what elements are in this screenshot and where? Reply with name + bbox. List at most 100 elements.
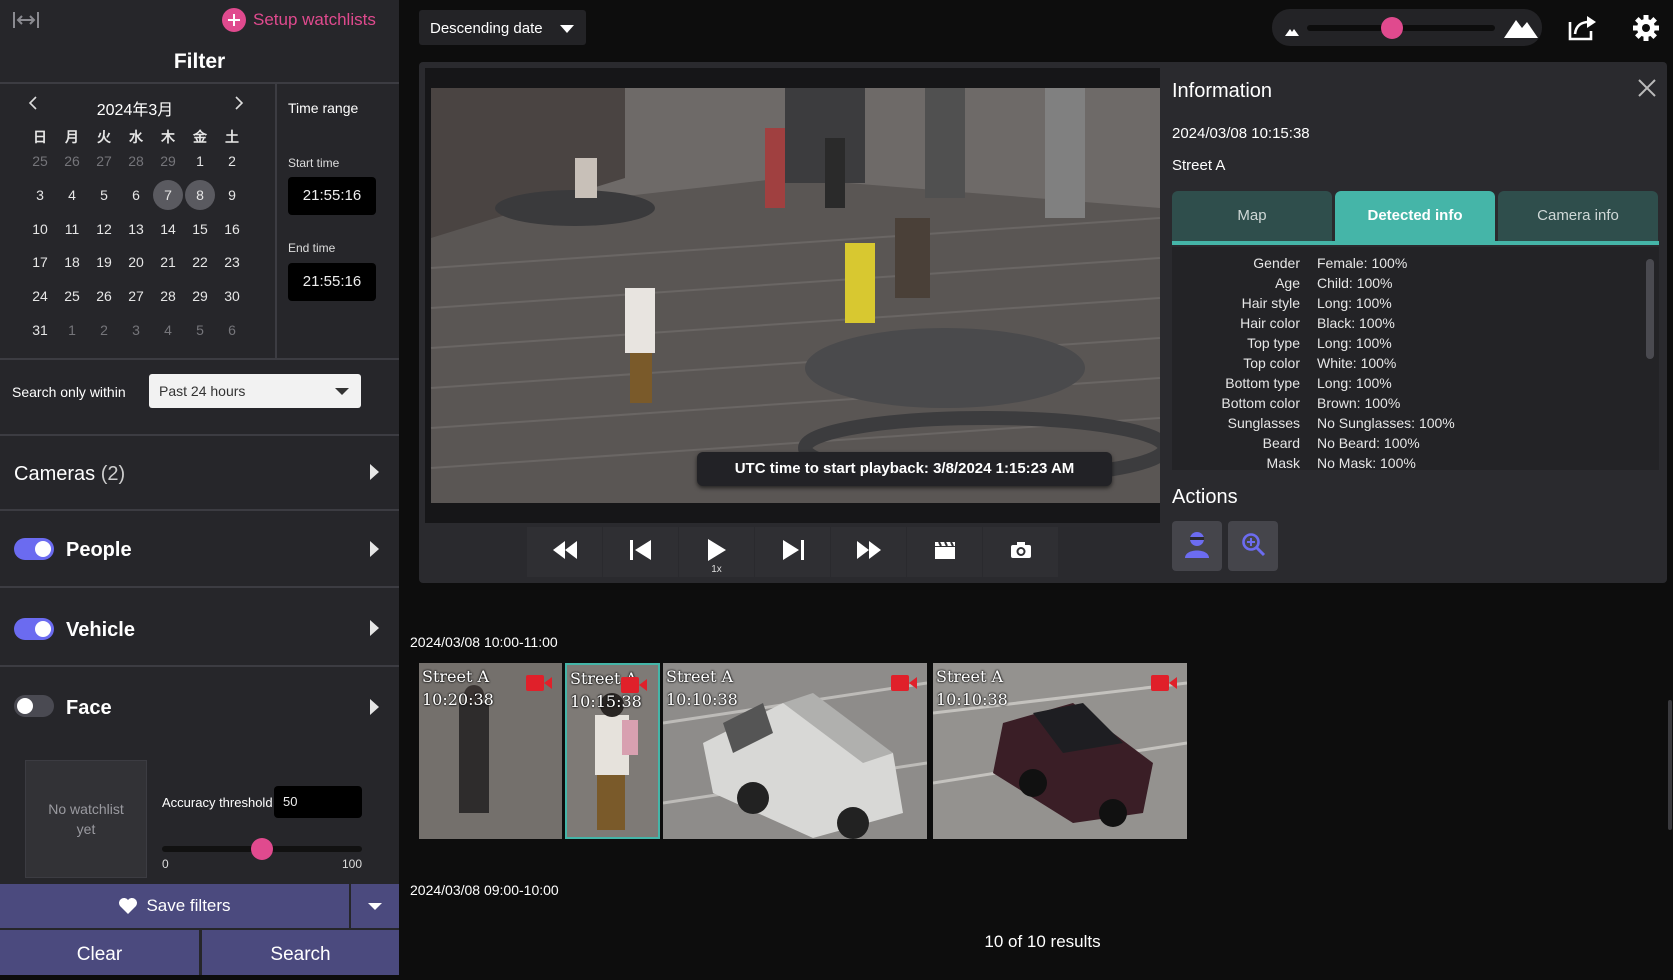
expand-width-icon[interactable] <box>12 10 40 30</box>
calendar-day[interactable]: 19 <box>89 247 119 277</box>
previous-frame-button[interactable] <box>603 527 678 577</box>
calendar-day[interactable]: 17 <box>25 247 55 277</box>
export-icon[interactable] <box>1566 12 1598 44</box>
result-thumbnail[interactable]: Street A 10:10:38 <box>933 663 1187 839</box>
calendar-day[interactable]: 7 <box>153 179 183 210</box>
cameras-section[interactable]: Cameras (2) <box>0 436 399 508</box>
info-value: Long: 100% <box>1317 335 1392 351</box>
fast-forward-button[interactable] <box>831 527 906 577</box>
people-toggle[interactable] <box>14 538 54 560</box>
person-search-button[interactable] <box>1172 521 1222 571</box>
calendar-day[interactable]: 26 <box>57 146 87 176</box>
result-thumbnail-selected[interactable]: Street A 10:15:38 <box>565 663 660 839</box>
prev-month-icon[interactable] <box>24 94 42 112</box>
zoom-slider[interactable] <box>1307 17 1495 39</box>
slider-handle[interactable] <box>1380 17 1403 39</box>
calendar-day[interactable]: 23 <box>217 247 247 277</box>
settings-gear-icon[interactable] <box>1630 12 1662 44</box>
calendar-day[interactable]: 20 <box>121 247 151 277</box>
sort-select[interactable]: Descending date <box>419 10 586 45</box>
end-time-input[interactable]: 21:55:16 <box>288 263 376 301</box>
calendar-day[interactable]: 12 <box>89 214 119 244</box>
search-within-select[interactable]: Past 24 hours <box>149 374 361 408</box>
calendar-day[interactable]: 26 <box>89 281 119 311</box>
calendar-day[interactable]: 21 <box>153 247 183 277</box>
result-thumbnail[interactable]: Street A 10:10:38 <box>663 663 927 839</box>
setup-watchlists-button[interactable]: Setup watchlists <box>222 7 376 33</box>
calendar-day[interactable]: 1 <box>185 146 215 176</box>
calendar-day[interactable]: 2 <box>89 315 119 345</box>
face-toggle[interactable] <box>14 695 54 717</box>
tab-detected-info[interactable]: Detected info <box>1335 191 1495 241</box>
calendar-day[interactable]: 6 <box>217 315 247 345</box>
next-month-icon[interactable] <box>230 94 248 112</box>
search-button[interactable]: Search <box>202 930 399 975</box>
calendar-day[interactable]: 3 <box>25 180 55 210</box>
slider-handle[interactable] <box>251 838 273 860</box>
calendar-day[interactable]: 25 <box>57 281 87 311</box>
calendar-day[interactable]: 5 <box>89 180 119 210</box>
result-thumbnail[interactable]: Street A 10:20:38 <box>419 663 562 839</box>
close-icon[interactable] <box>1635 76 1659 100</box>
calendar-day[interactable]: 31 <box>25 315 55 345</box>
clear-button[interactable]: Clear <box>0 930 199 975</box>
calendar-day[interactable]: 28 <box>153 281 183 311</box>
calendar-day[interactable]: 14 <box>153 214 183 244</box>
weekday-header: 金 <box>193 129 207 145</box>
weekday-header: 月 <box>65 129 79 145</box>
calendar-day[interactable]: 27 <box>121 281 151 311</box>
calendar-day[interactable]: 8 <box>185 179 215 210</box>
info-camera: Street A <box>1172 157 1226 174</box>
accuracy-slider[interactable] <box>162 837 362 861</box>
calendar-day[interactable]: 16 <box>217 214 247 244</box>
face-section[interactable]: Face <box>0 667 399 741</box>
next-frame-button[interactable] <box>755 527 830 577</box>
page-scrollbar[interactable] <box>1668 700 1672 830</box>
camera-icon <box>1010 541 1032 564</box>
vehicle-section[interactable]: Vehicle <box>0 588 399 666</box>
calendar-day[interactable]: 4 <box>57 180 87 210</box>
calendar-day[interactable]: 2 <box>217 146 247 176</box>
chevron-right-icon <box>370 541 379 557</box>
fast-rewind-button[interactable] <box>527 527 602 577</box>
calendar-day[interactable]: 18 <box>57 247 87 277</box>
chevron-down-icon <box>368 903 382 910</box>
calendar-day[interactable]: 29 <box>153 146 183 176</box>
tab-map[interactable]: Map <box>1172 191 1332 241</box>
calendar-day[interactable]: 29 <box>185 281 215 311</box>
play-button[interactable]: 1x <box>679 527 754 577</box>
calendar-day[interactable]: 3 <box>121 315 151 345</box>
video-area[interactable]: UTC time to start playback: 3/8/2024 1:1… <box>425 68 1160 523</box>
vehicle-toggle[interactable] <box>14 618 54 640</box>
save-filters-button[interactable]: Save filters <box>0 884 349 928</box>
detected-info-list[interactable]: Gender Female: 100% Age Child: 100% Hair sty… <box>1172 247 1659 470</box>
tab-camera-info[interactable]: Camera info <box>1498 191 1658 241</box>
calendar-day[interactable]: 25 <box>25 146 55 176</box>
calendar-day[interactable]: 28 <box>121 146 151 176</box>
snapshot-button[interactable] <box>983 527 1058 577</box>
accuracy-input[interactable]: 50 <box>274 786 362 818</box>
calendar-day[interactable]: 24 <box>25 281 55 311</box>
clip-button[interactable] <box>907 527 982 577</box>
start-time-input[interactable]: 21:55:16 <box>288 177 376 215</box>
calendar-day[interactable]: 10 <box>25 214 55 244</box>
calendar-day[interactable]: 9 <box>217 180 247 210</box>
info-key: Bottom type <box>1225 375 1300 391</box>
save-filters-menu-button[interactable] <box>351 884 399 928</box>
recording-icon <box>1151 675 1177 691</box>
info-value: No Beard: 100% <box>1317 435 1420 451</box>
calendar-day[interactable]: 22 <box>185 247 215 277</box>
calendar-day[interactable]: 4 <box>153 315 183 345</box>
calendar-day[interactable]: 27 <box>89 146 119 176</box>
calendar-day[interactable]: 6 <box>121 180 151 210</box>
scrollbar[interactable] <box>1646 259 1654 359</box>
calendar-day[interactable]: 5 <box>185 315 215 345</box>
calendar-day[interactable]: 1 <box>57 315 87 345</box>
calendar-day[interactable]: 13 <box>121 214 151 244</box>
calendar-day[interactable]: 11 <box>57 214 87 244</box>
people-section[interactable]: People <box>0 511 399 585</box>
watchlist-placeholder: No watchlist yet <box>25 760 147 878</box>
calendar-day[interactable]: 15 <box>185 214 215 244</box>
calendar-day[interactable]: 30 <box>217 281 247 311</box>
similar-search-button[interactable] <box>1228 521 1278 571</box>
